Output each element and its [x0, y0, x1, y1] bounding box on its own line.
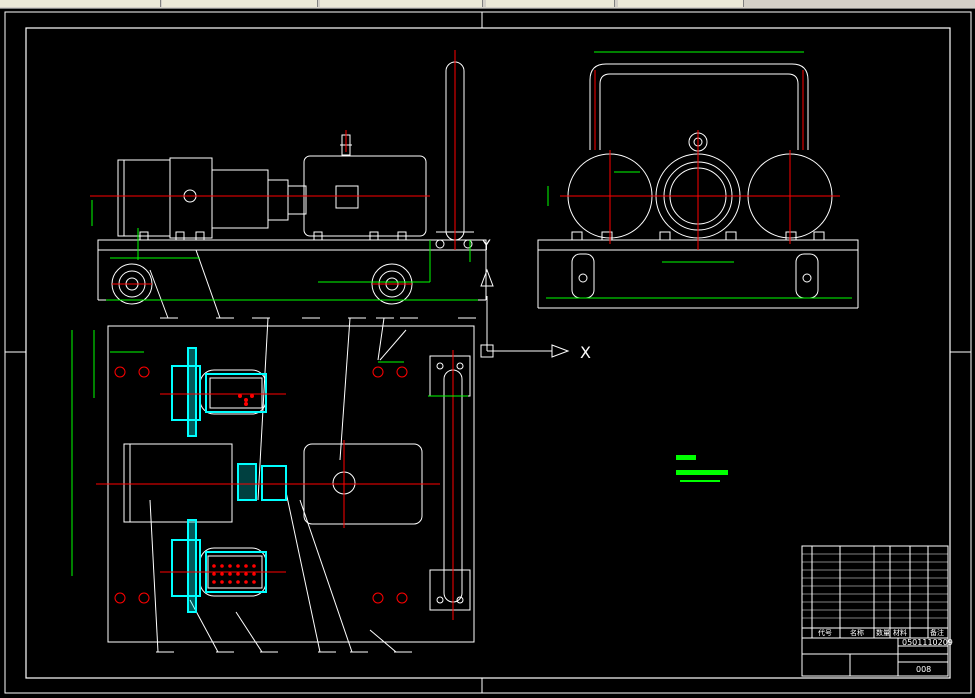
drawing-number: 0501110209 — [902, 638, 953, 647]
sheet-number: 008 — [916, 665, 931, 674]
cad-model-space[interactable]: X Y 代号 名称 数量 材料 备注 0501110209 008 — [0, 0, 975, 698]
technical-notes — [676, 455, 728, 482]
front-view — [97, 61, 487, 319]
title-block-rows — [802, 553, 948, 619]
ucs-icon — [480, 268, 570, 358]
header-remark: 备注 — [930, 628, 944, 637]
top-view — [107, 317, 475, 653]
header-name: 名称 — [850, 628, 864, 637]
ucs-y-label: Y — [481, 238, 491, 254]
drawing-canvas: X Y 代号 名称 数量 材料 备注 0501110209 008 — [4, 11, 972, 694]
title-block — [801, 545, 949, 677]
side-view-dimensions — [546, 51, 852, 299]
header-material: 材料 — [893, 628, 907, 637]
header-code: 代号 — [818, 628, 832, 637]
sheet-outer-frame — [4, 11, 972, 694]
title-block-header: 代号 名称 数量 材料 备注 — [818, 628, 944, 637]
ucs-x-label: X — [580, 343, 591, 362]
header-qty: 数量 — [876, 628, 890, 637]
front-view-centerlines — [90, 50, 456, 285]
top-view-dimensions — [71, 330, 468, 576]
top-view-centerlines — [96, 350, 454, 620]
sheet-inner-frame — [25, 27, 951, 679]
